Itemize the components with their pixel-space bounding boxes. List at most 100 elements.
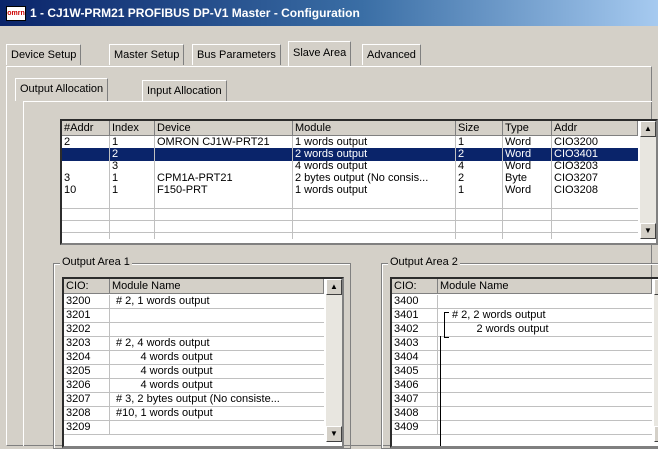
app-icon: omrn [6, 6, 26, 21]
cio-row[interactable]: 3202 [64, 323, 324, 337]
tab-device-setup[interactable]: Device Setup [6, 44, 82, 65]
cio-address: 3201 [64, 309, 110, 322]
output-area-2-label: Output Area 2 [388, 256, 460, 268]
col-type-header[interactable]: Type [503, 121, 552, 136]
cio-row[interactable]: 3200 # 2, 1 words output [64, 295, 324, 309]
cio-row[interactable]: 3406 [392, 379, 652, 393]
cio-address: 3206 [64, 379, 110, 392]
cio-address: 3402 [392, 323, 438, 336]
module-name [450, 393, 650, 406]
module-name: 2 words output [452, 323, 549, 335]
module-name [114, 421, 314, 434]
cio-row[interactable]: 3208 #10, 1 words output [64, 407, 324, 421]
cio-row[interactable]: 3206 4 words output [64, 379, 324, 393]
col-module-header[interactable]: Module [293, 121, 456, 136]
area-1-header: CIO: Module Name [64, 279, 324, 294]
cio-row[interactable]: 3405 [392, 365, 652, 379]
area-2-divider [440, 336, 441, 446]
subtab-input-allocation[interactable]: Input Allocation [142, 80, 227, 101]
cell-index: 1 [112, 184, 119, 196]
cio-row[interactable]: 3401 # 2, 2 words output [392, 309, 652, 323]
cio-header[interactable]: CIO: [392, 279, 438, 294]
tab-advanced[interactable]: Advanced [362, 44, 421, 65]
subtab-output-allocation[interactable]: Output Allocation [15, 78, 109, 101]
module-name [450, 421, 650, 434]
tab-slave-area[interactable]: Slave Area [288, 41, 352, 66]
column-gridline [455, 136, 456, 239]
module-name [450, 295, 650, 308]
cio-row[interactable]: 3204 4 words output [64, 351, 324, 365]
area-2-header: CIO: Module Name [392, 279, 652, 294]
cio-row[interactable]: 3409 [392, 421, 652, 435]
cio-row[interactable]: 3403 [392, 337, 652, 351]
tab-master-setup[interactable]: Master Setup [109, 44, 185, 65]
output-area-2-group: Output Area 2 CIO: Module Name 3400 3401 #… [381, 256, 658, 449]
scroll-down-button[interactable]: ▼ [326, 426, 342, 442]
cio-address: 3409 [392, 421, 438, 434]
cio-address: 3408 [392, 407, 438, 420]
cio-address: 3403 [392, 337, 438, 350]
slave-list-header: #Addr Index Device Module Size Type Addr [62, 121, 638, 136]
module-name-header[interactable]: Module Name [438, 279, 652, 294]
scroll-up-button[interactable]: ▲ [326, 279, 342, 295]
slave-list-scrollbar[interactable]: ▲ ▼ [640, 121, 656, 239]
window-title: 1 - CJ1W-PRM21 PROFIBUS DP-V1 Master - C… [30, 6, 360, 20]
scroll-down-button[interactable]: ▼ [654, 426, 658, 442]
cio-address: 3207 [64, 393, 110, 406]
scroll-down-button[interactable]: ▼ [640, 223, 656, 239]
cio-address: 3406 [392, 379, 438, 392]
module-name-header[interactable]: Module Name [110, 279, 324, 294]
cio-row[interactable]: 3207 # 3, 2 bytes output (No consiste... [64, 393, 324, 407]
module-name: # 2, 1 words output [116, 295, 210, 307]
cio-row[interactable]: 3402 2 words output [392, 323, 652, 337]
module-name [114, 309, 314, 322]
col-device-header[interactable]: Device [155, 121, 293, 136]
cio-row[interactable]: 3400 [392, 295, 652, 309]
cio-row[interactable]: 3407 [392, 393, 652, 407]
cio-address: 3203 [64, 337, 110, 350]
col-addr-header[interactable]: #Addr [62, 121, 110, 136]
column-gridline [551, 136, 552, 239]
cio-row[interactable]: 3203 # 2, 4 words output [64, 337, 324, 351]
column-gridline [502, 136, 503, 239]
cio-header[interactable]: CIO: [64, 279, 110, 294]
col-size-header[interactable]: Size [456, 121, 503, 136]
module-name [450, 379, 650, 392]
col-addr2-header[interactable]: Addr [552, 121, 638, 136]
cio-row[interactable]: 3404 [392, 351, 652, 365]
output-area-1-group: Output Area 1 CIO: Module Name 3200 # 2, … [53, 256, 351, 449]
column-gridline [109, 136, 110, 239]
area-2-scrollbar[interactable]: ▲ ▼ [654, 279, 658, 442]
cio-row[interactable]: 3201 [64, 309, 324, 323]
cio-address: 3200 [64, 295, 110, 308]
module-name: # 3, 2 bytes output (No consiste... [116, 393, 280, 405]
scroll-up-button[interactable]: ▲ [640, 121, 656, 137]
cio-address: 3204 [64, 351, 110, 364]
cell-cio-addr: CIO3208 [554, 184, 599, 196]
module-name: 4 words output [116, 351, 213, 363]
tab-bus-parameters[interactable]: Bus Parameters [192, 44, 281, 65]
output-area-1-list[interactable]: CIO: Module Name 3200 # 2, 1 words output… [62, 277, 344, 448]
cio-address: 3407 [392, 393, 438, 406]
column-gridline [292, 136, 293, 239]
slave-list[interactable]: #Addr Index Device Module Size Type Addr… [60, 119, 658, 245]
col-index-header[interactable]: Index [110, 121, 155, 136]
cio-row[interactable]: 3408 [392, 407, 652, 421]
cio-address: 3208 [64, 407, 110, 420]
cio-address: 3209 [64, 421, 110, 434]
module-name: 4 words output [116, 365, 213, 377]
cio-address: 3400 [392, 295, 438, 308]
cio-row[interactable]: 3209 [64, 421, 324, 435]
scroll-up-button[interactable]: ▲ [654, 279, 658, 295]
column-gridline [154, 136, 155, 239]
module-group-bracket [444, 312, 449, 338]
cell-module: 1 words output [295, 184, 368, 196]
cell-type: Word [505, 184, 532, 196]
module-name: 4 words output [116, 379, 213, 391]
output-area-2-list[interactable]: CIO: Module Name 3400 3401 # 2, 2 words ou… [390, 277, 658, 448]
cio-row[interactable]: 3205 4 words output [64, 365, 324, 379]
cell-device: F150-PRT [157, 184, 208, 196]
module-name [450, 337, 650, 350]
area-1-scrollbar[interactable]: ▲ ▼ [326, 279, 342, 442]
module-name [114, 323, 314, 336]
